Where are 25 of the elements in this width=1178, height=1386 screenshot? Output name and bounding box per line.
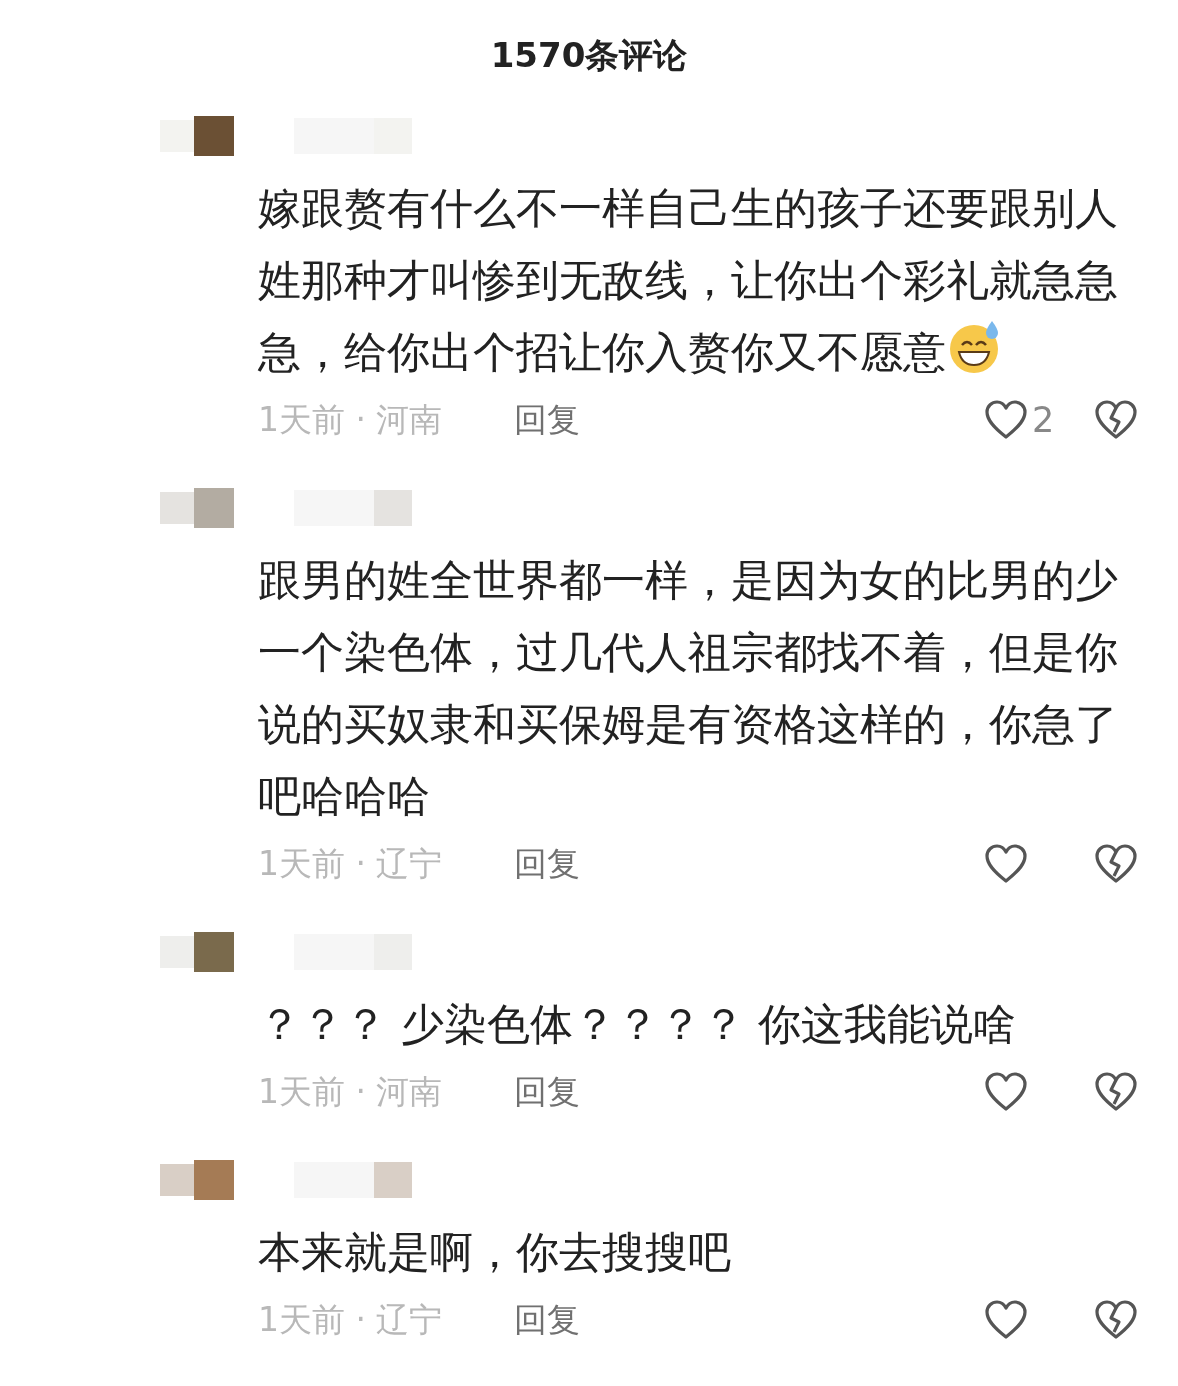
avatar[interactable] [160,1160,234,1200]
reply-button[interactable]: 回复 [514,1297,580,1343]
broken-heart-icon[interactable] [1094,1298,1138,1342]
comment-text: 本来就是啊，你去搜搜吧 [258,1226,732,1279]
comment-time-location: 1天前 · 河南 [258,1070,444,1113]
comment-text: 嫁跟赘有什么不一样自己生的孩子还要跟别人姓那种才叫惨到无敌线，让你出个彩礼就急急急，给你出个招让你入赘你又不愿意 [258,182,1119,379]
avatar[interactable] [160,116,234,156]
like-count: 2 [1032,400,1055,440]
reply-button[interactable]: 回复 [514,841,580,887]
comment-text: ？？？ 少染色体？？？？ 你这我能说啥 [258,998,1018,1051]
broken-heart-icon[interactable] [1094,1070,1138,1114]
comment-time-location: 1天前 · 河南 [258,398,444,441]
broken-heart-icon[interactable] [1094,842,1138,886]
reply-button[interactable]: 回复 [514,397,580,443]
heart-icon[interactable] [984,842,1028,886]
comment-count-title: 1570条评论 [489,34,689,77]
heart-icon[interactable] [984,1070,1028,1114]
reply-button[interactable]: 回复 [514,1069,580,1115]
comment-time-location: 1天前 · 辽宁 [258,842,444,885]
comment-time-location: 1天前 · 辽宁 [258,1298,444,1341]
heart-icon[interactable] [984,398,1028,442]
avatar[interactable] [160,932,234,972]
heart-icon[interactable] [984,1298,1028,1342]
comment-text: 跟男的姓全世界都一样，是因为女的比男的少一个染色体，过几代人祖宗都找不着，但是你说的买奴隶和买保姆是有资格这样的，你急了吧哈哈哈 [258,554,1119,823]
broken-heart-icon[interactable] [1094,398,1138,442]
